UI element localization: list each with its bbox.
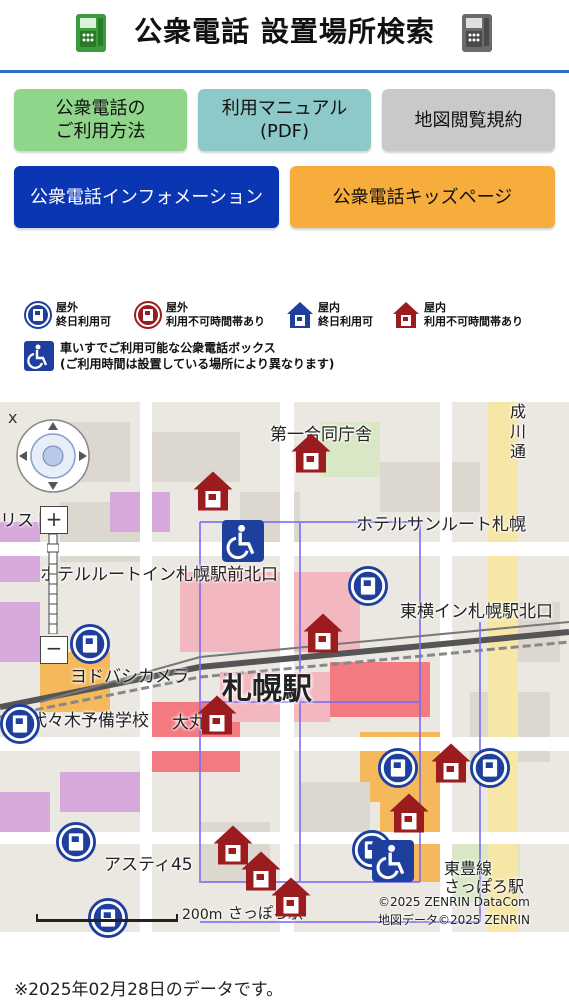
map-label-yobi: 代々木予備学校 — [30, 711, 149, 731]
blue-circle-phone-icon[interactable] — [348, 566, 388, 606]
legend-wheelchair: 車いすでご利用可能な公衆電話ボックス (ご利用時間は設置している場所により異なり… — [24, 340, 334, 372]
blue-circle-phone-icon[interactable] — [378, 748, 418, 788]
red-house-phone-icon[interactable] — [270, 876, 312, 918]
manual-pdf-button[interactable]: 利用マニュアル (PDF) — [198, 89, 371, 151]
map-label-street: 成 川 通 — [510, 402, 527, 461]
kids-page-button[interactable]: 公衆電話キッズページ — [290, 166, 555, 228]
red-circle-phone-icon — [134, 301, 162, 329]
red-house-phone-icon[interactable] — [430, 742, 472, 784]
pan-control-icon[interactable] — [15, 418, 91, 494]
map-terms-button[interactable]: 地図閲覧規約 — [382, 89, 555, 151]
red-house-phone-icon[interactable] — [302, 612, 344, 654]
red-house-phone-icon — [393, 302, 419, 328]
map-label-hotel-sunroute: ホテルサンルート札幌 — [356, 515, 526, 535]
data-date-note: ※2025年02月28日のデータです。 — [14, 980, 284, 1000]
blue-circle-phone-icon[interactable] — [70, 624, 110, 664]
red-house-phone-icon[interactable] — [388, 792, 430, 834]
red-house-phone-icon[interactable] — [196, 694, 238, 736]
how-to-use-button[interactable]: 公衆電話の ご利用方法 — [14, 89, 187, 151]
red-house-phone-icon[interactable] — [290, 432, 332, 474]
payphone-info-button[interactable]: 公衆電話インフォメーション — [14, 166, 279, 228]
map-label-toho-line: 東豊線 さっぽろ駅 — [444, 859, 525, 896]
header: 公衆電話 設置場所検索 — [0, 0, 569, 73]
wheelchair-icon[interactable] — [222, 520, 264, 562]
wheelchair-icon[interactable] — [372, 840, 414, 882]
header-divider — [0, 70, 569, 73]
map-copyright: ©2025 ZENRIN DataCom 地図データ©2025 ZENRIN — [378, 895, 530, 927]
map-scale-bar — [36, 914, 178, 922]
blue-circle-phone-icon — [24, 301, 52, 329]
map-label-toyoko: 東横イン札幌駅北口 — [400, 602, 553, 622]
map-label-route-inn: ホテルルートイン札幌駅前北口 — [40, 565, 278, 585]
zoom-out-button[interactable]: − — [40, 636, 68, 664]
map-scale-label: 200m — [182, 907, 223, 923]
blue-circle-phone-icon[interactable] — [56, 822, 96, 862]
blue-circle-phone-icon[interactable] — [470, 748, 510, 788]
blue-circle-phone-icon[interactable] — [0, 704, 40, 744]
map-label-asty: アスティ45 — [104, 855, 193, 875]
zoom-in-button[interactable]: + — [40, 506, 68, 534]
legend-outdoor-limited: 屋外 利用不可時間帯あり — [134, 301, 265, 329]
zoom-slider[interactable] — [47, 534, 59, 634]
legend-indoor-limited: 屋内 利用不可時間帯あり — [392, 301, 523, 329]
map-label-yodobashi: ヨドバシカメラ — [70, 667, 189, 687]
blue-house-phone-icon — [287, 302, 313, 328]
gray-phone-icon — [462, 14, 492, 52]
legend: 屋外 終日利用可 屋外 利用不可時間帯あり 屋内 終日利用可 屋内 利用不可時間… — [0, 295, 569, 380]
legend-outdoor-all-day: 屋外 終日利用可 — [24, 301, 111, 329]
wheelchair-icon — [24, 341, 54, 371]
red-house-phone-icon[interactable] — [192, 470, 234, 512]
legend-indoor-all-day: 屋内 終日利用可 — [286, 301, 373, 329]
